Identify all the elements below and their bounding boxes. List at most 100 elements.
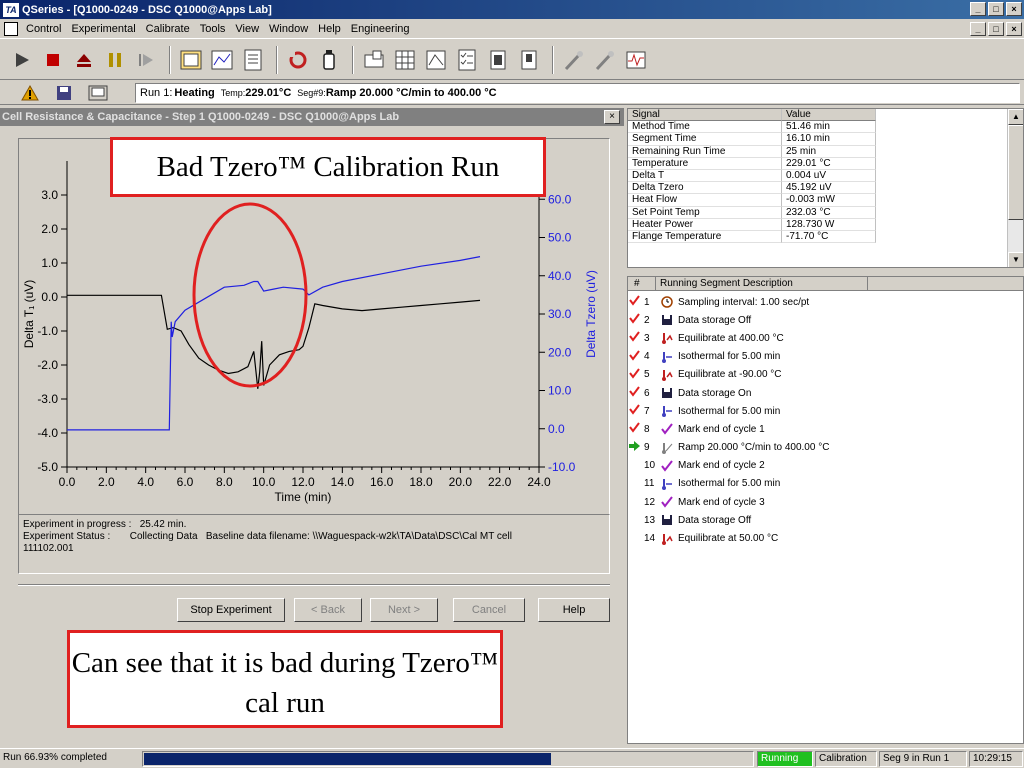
segment-status-icon bbox=[628, 331, 640, 345]
segment-number: 7 bbox=[644, 405, 650, 417]
signal-value: -71.70 °C bbox=[782, 230, 876, 244]
menu-calibrate[interactable]: Calibrate bbox=[141, 23, 195, 35]
stop-experiment-button[interactable]: Stop Experiment bbox=[177, 598, 285, 622]
segment-row[interactable]: 2 Data storage Off bbox=[628, 311, 1023, 329]
menu-control[interactable]: Control bbox=[21, 23, 66, 35]
save-status-button[interactable] bbox=[52, 83, 76, 103]
value-header[interactable]: Value bbox=[782, 109, 876, 122]
eject-button[interactable] bbox=[70, 46, 98, 74]
segment-row[interactable]: 8 Mark end of cycle 1 bbox=[628, 420, 1023, 438]
progress-value: 25.42 min. bbox=[139, 519, 187, 530]
seg-value: Ramp 20.000 °C/min to 400.00 °C bbox=[325, 87, 497, 99]
segment-row[interactable]: 14 Equilibrate at 50.00 °C bbox=[628, 529, 1023, 547]
segment-row[interactable]: 10 Mark end of cycle 2 bbox=[628, 457, 1023, 475]
next-segment-button[interactable] bbox=[132, 46, 160, 74]
signal-scrollbar[interactable]: ▲ ▼ bbox=[1007, 109, 1023, 267]
menu-experimental[interactable]: Experimental bbox=[66, 23, 140, 35]
annotation-top: Bad Tzero™ Calibration Run bbox=[110, 137, 546, 197]
y-right-axis-label: Delta Tzero (uV) bbox=[584, 270, 598, 358]
scroll-thumb[interactable] bbox=[1008, 125, 1023, 220]
calibration-button[interactable] bbox=[284, 46, 312, 74]
cell-icon bbox=[490, 50, 506, 69]
segment-status-icon bbox=[628, 386, 640, 400]
system-menu-icon[interactable] bbox=[4, 21, 18, 36]
segment-row[interactable]: 13 Data storage Off bbox=[628, 511, 1023, 529]
wand-icon bbox=[564, 50, 583, 70]
back-button[interactable]: < Back bbox=[294, 598, 362, 622]
segment-row[interactable]: 12 Mark end of cycle 3 bbox=[628, 493, 1023, 511]
y-right-tick-label: 40.0 bbox=[548, 269, 572, 283]
y-left-tick-label: 2.0 bbox=[41, 222, 58, 236]
stop-button[interactable] bbox=[39, 46, 67, 74]
pause-button[interactable] bbox=[101, 46, 129, 74]
segment-row[interactable]: 5 Equilibrate at -90.00 °C bbox=[628, 366, 1023, 384]
child-restore-button[interactable]: □ bbox=[988, 22, 1004, 36]
menu-tools[interactable]: Tools bbox=[195, 23, 231, 35]
summary-button[interactable] bbox=[239, 46, 267, 74]
child-close-button[interactable]: × bbox=[1006, 22, 1022, 36]
signal-table-header: Signal Value bbox=[628, 109, 1023, 122]
done-check-icon bbox=[628, 386, 640, 397]
autosampler-button[interactable] bbox=[391, 46, 419, 74]
signal-value: 128.730 W bbox=[782, 218, 876, 231]
menu-view[interactable]: View bbox=[230, 23, 264, 35]
file-button[interactable] bbox=[515, 46, 543, 74]
signal-header[interactable]: Signal bbox=[628, 109, 782, 122]
disk-icon bbox=[660, 314, 674, 326]
segment-row[interactable]: 11 Isothermal for 5.00 min bbox=[628, 475, 1023, 493]
child-minimize-button[interactable]: _ bbox=[970, 22, 986, 36]
segment-row[interactable]: 6 Data storage On bbox=[628, 384, 1023, 402]
segment-number: 5 bbox=[644, 369, 650, 381]
procedure-button[interactable] bbox=[453, 46, 481, 74]
segment-description: Equilibrate at 50.00 °C bbox=[678, 533, 779, 545]
segment-row[interactable]: 9 Ramp 20.000 °C/min to 400.00 °C bbox=[628, 439, 1023, 457]
menu-window[interactable]: Window bbox=[264, 23, 313, 35]
instrument-status-button[interactable] bbox=[86, 83, 110, 103]
eject-icon bbox=[77, 53, 91, 67]
segment-row[interactable]: 7 Isothermal for 5.00 min bbox=[628, 402, 1023, 420]
experiment-view-button[interactable] bbox=[177, 46, 205, 74]
segment-desc-header[interactable]: Running Segment Description bbox=[656, 277, 868, 290]
pan-button[interactable] bbox=[315, 46, 343, 74]
segment-row[interactable]: 3 Equilibrate at 400.00 °C bbox=[628, 329, 1023, 347]
tools-button-1[interactable] bbox=[560, 46, 588, 74]
panel-close-button[interactable]: × bbox=[604, 110, 620, 124]
next-segment-icon bbox=[139, 53, 153, 66]
tools-button-2[interactable] bbox=[591, 46, 619, 74]
refresh-icon bbox=[289, 50, 307, 68]
status-value: Collecting Data bbox=[129, 531, 198, 542]
segment-row[interactable]: 4 Isothermal for 5.00 min bbox=[628, 348, 1023, 366]
cancel-button[interactable]: Cancel bbox=[453, 598, 525, 622]
start-button[interactable] bbox=[8, 46, 36, 74]
x-tick-label: 6.0 bbox=[177, 475, 194, 489]
y-left-tick-label: -2.0 bbox=[37, 358, 58, 372]
instrument-button[interactable] bbox=[360, 46, 388, 74]
instrument-icon bbox=[364, 50, 384, 67]
cell-button[interactable] bbox=[484, 46, 512, 74]
seg-label: Seg#9: bbox=[297, 88, 326, 98]
scroll-up-arrow[interactable]: ▲ bbox=[1008, 109, 1023, 125]
signal-plot-icon bbox=[211, 50, 233, 69]
signal-name: Temperature bbox=[628, 157, 782, 170]
signal-value: 25 min bbox=[782, 145, 876, 158]
signal-name: Heater Power bbox=[628, 218, 782, 231]
y-left-axis-label: Delta T₁ (uV) bbox=[22, 280, 36, 349]
close-button[interactable]: × bbox=[1006, 2, 1022, 16]
menu-engineering[interactable]: Engineering bbox=[346, 23, 415, 35]
method-button[interactable] bbox=[422, 46, 450, 74]
menu-help[interactable]: Help bbox=[313, 23, 346, 35]
graph-button[interactable] bbox=[622, 46, 650, 74]
clock-icon bbox=[660, 296, 674, 308]
right-panel: Signal Value Method Time 51.46 min Segment… bbox=[627, 108, 1024, 744]
alert-button[interactable] bbox=[18, 83, 42, 103]
maximize-button[interactable]: □ bbox=[988, 2, 1004, 16]
segment-num-header[interactable]: # bbox=[628, 277, 656, 290]
y-left-tick-label: -5.0 bbox=[37, 460, 58, 474]
scroll-down-arrow[interactable]: ▼ bbox=[1008, 252, 1023, 267]
minimize-button[interactable]: _ bbox=[970, 2, 986, 16]
file-icon bbox=[521, 50, 537, 69]
signal-plot-button[interactable] bbox=[208, 46, 236, 74]
next-button[interactable]: Next > bbox=[370, 598, 438, 622]
help-button[interactable]: Help bbox=[538, 598, 610, 622]
segment-row[interactable]: 1 Sampling interval: 1.00 sec/pt bbox=[628, 293, 1023, 311]
